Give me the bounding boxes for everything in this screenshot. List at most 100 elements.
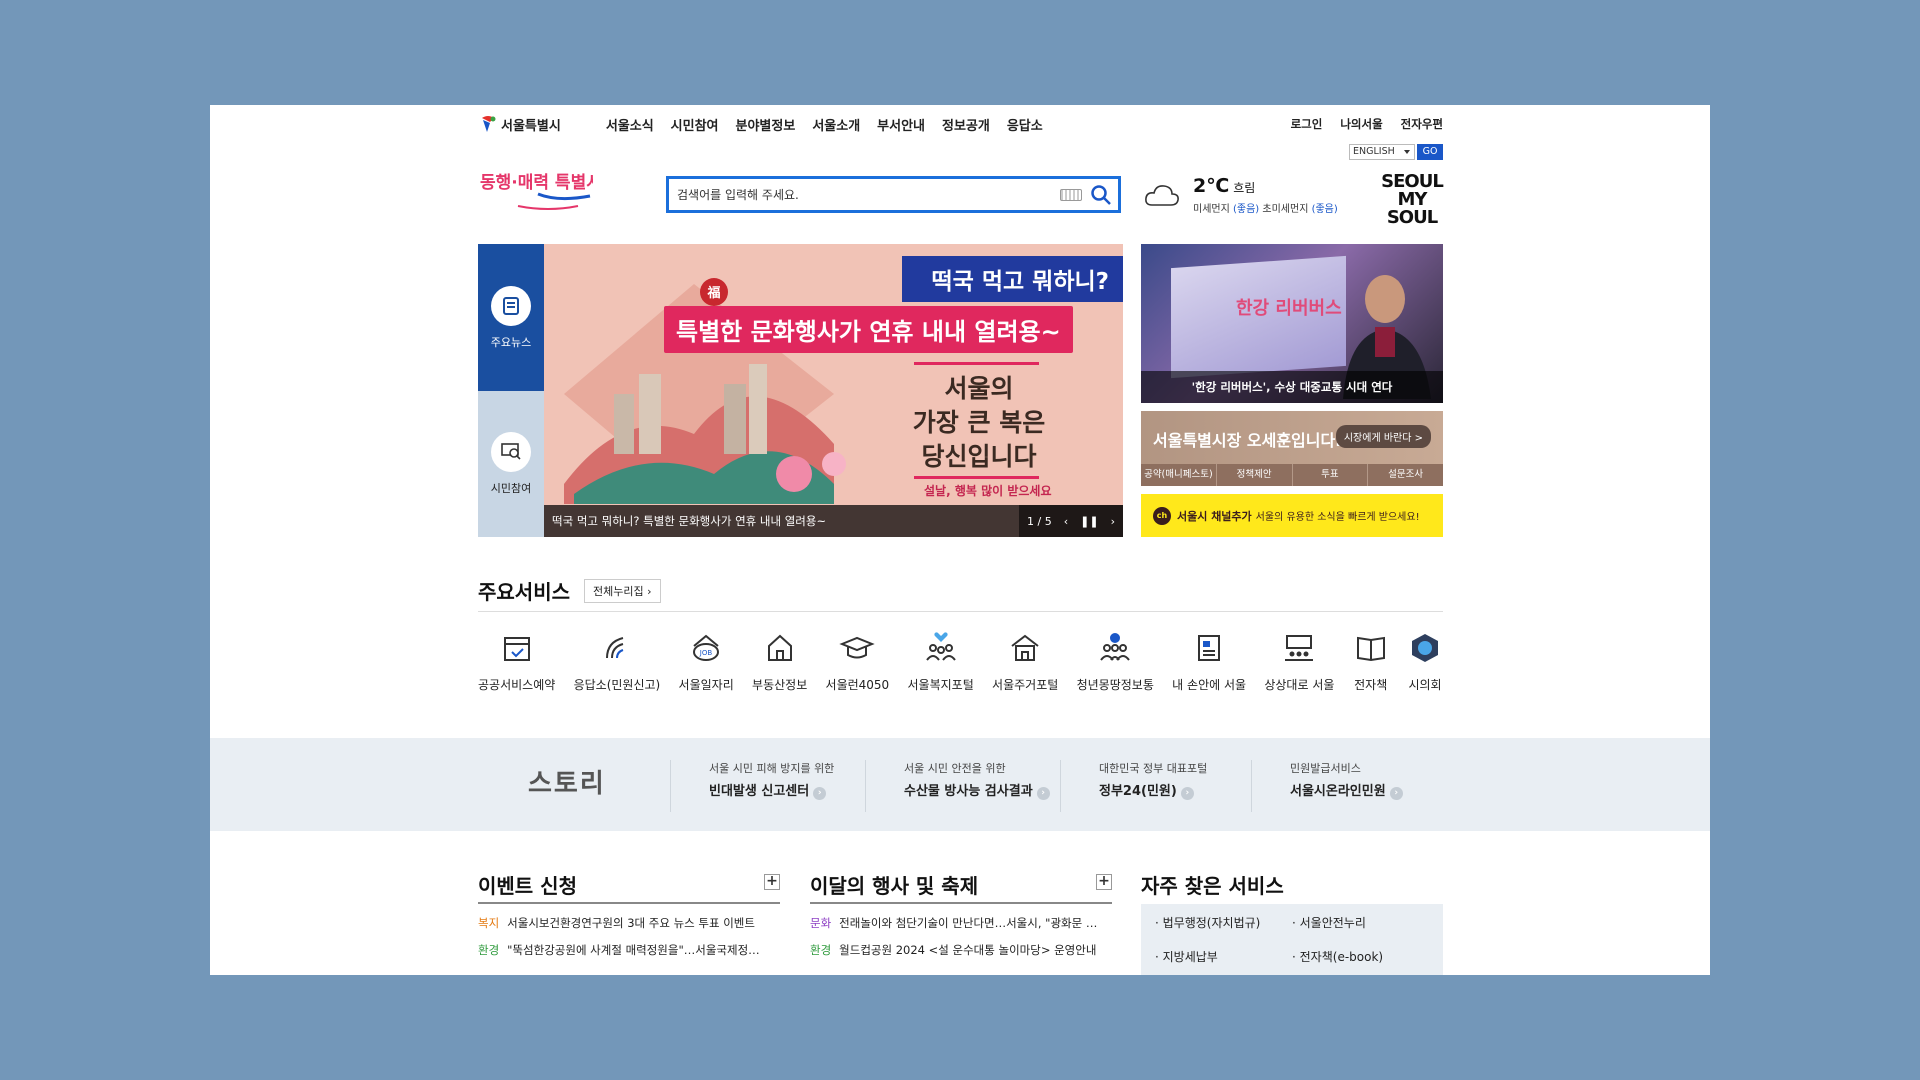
- all-sites-button[interactable]: 전체누리집 ›: [584, 579, 661, 603]
- kakao-title: 서울시 채널추가: [1177, 509, 1252, 523]
- job-icon: JOB: [693, 634, 720, 661]
- mayor-link-vote[interactable]: 투표: [1293, 464, 1369, 486]
- band-item-subtitle: 서울 시민 안전을 위한: [904, 762, 1006, 775]
- language-select[interactable]: ENGLISH: [1349, 144, 1415, 160]
- banner-main-line-1: 서울의: [944, 374, 1014, 403]
- frequent-item-local-tax[interactable]: · 지방세납부: [1155, 948, 1292, 974]
- my-seoul-link[interactable]: 나의서울: [1340, 116, 1382, 132]
- service-real-estate[interactable]: 부동산정보: [752, 630, 807, 693]
- service-city-council[interactable]: 시의회: [1407, 630, 1443, 693]
- band-bedbug-center[interactable]: 서울 시민 피해 방지를 위한 빈대발생 신고센터 ›: [670, 760, 834, 812]
- band-item-title: 정부24(민원): [1099, 784, 1177, 799]
- virtual-keyboard-icon[interactable]: [1060, 188, 1082, 201]
- temperature: 2℃: [1193, 175, 1230, 197]
- events-section: 이벤트 신청 + 복지 서울시보건환경연구원의 3대 주요 뉴스 투표 이벤트 환경…: [478, 870, 780, 958]
- list-item[interactable]: 환경 "뚝섬한강공원에 사계절 매력정원을"…서울국제정…: [478, 942, 780, 958]
- service-label: 청년몽땅정보통: [1076, 678, 1154, 692]
- menu-seoul-news[interactable]: 서울소식: [606, 115, 654, 134]
- kakao-channel-banner[interactable]: ch 서울시 채널추가 서울의 유용한 소식을 빠르게 받으세요!: [1141, 494, 1443, 537]
- mayor-link-survey[interactable]: 설문조사: [1368, 464, 1443, 486]
- mayor-link-policy[interactable]: 정책제안: [1217, 464, 1293, 486]
- frequent-item-safety[interactable]: · 서울안전누리: [1292, 914, 1429, 940]
- tab-main-news[interactable]: 주요뉴스: [478, 244, 544, 391]
- email-link[interactable]: 전자우편: [1401, 116, 1443, 132]
- global-nav: 서울특별시 서울소식 시민참여 분야별정보 서울소개 부서안내 정보공개 응답소…: [478, 113, 1443, 135]
- slogan-logo[interactable]: 동행·매력 특별시 서울: [478, 170, 639, 212]
- mayor-link-manifesto[interactable]: 공약(매니페스토): [1141, 464, 1217, 486]
- festivals-section: 이달의 행사 및 축제 + 문화 전래놀이와 첨단기술이 만난다면…서울시, "광화…: [810, 870, 1112, 958]
- service-imagination-seoul[interactable]: 상상대로 서울: [1264, 630, 1334, 693]
- main-services-list: 공공서비스예약 응답소(민원신고) JOB 서울일자리 부동산정보 서울런405…: [478, 630, 1443, 693]
- dust-label: 미세먼지: [1193, 204, 1230, 215]
- service-ebook[interactable]: 전자책: [1353, 630, 1389, 693]
- service-welfare-portal[interactable]: 서울복지포털: [908, 630, 974, 693]
- frequent-item-legal[interactable]: · 법무행정(자치법규): [1155, 914, 1292, 940]
- main-banner[interactable]: 福 떡국 먹고 뭐하니? 특별한 문화행사가 연휴 내내 열려용~ 서울의 가장…: [544, 244, 1123, 537]
- kakao-desc: 서울의 유용한 소식을 빠르게 받으세요!: [1255, 512, 1420, 523]
- banner-caption-text[interactable]: 떡국 먹고 뭐하니? 특별한 문화행사가 연휴 내내 열려용~: [552, 513, 826, 529]
- service-label: 전자책: [1354, 678, 1388, 692]
- service-label: 시의회: [1408, 678, 1442, 692]
- list-item[interactable]: 문화 전래놀이와 첨단기술이 만난다면…서울시, "광화문 …: [810, 915, 1112, 931]
- service-seoul-jobs[interactable]: JOB 서울일자리: [679, 630, 734, 693]
- service-housing-portal[interactable]: 서울주거포털: [992, 630, 1058, 693]
- seoul-my-soul-logo[interactable]: SEOUL MY SOUL: [1381, 173, 1444, 227]
- menu-info-disclosure[interactable]: 정보공개: [942, 115, 990, 134]
- service-seoul-learn[interactable]: 서울런4050: [825, 630, 890, 693]
- list-item[interactable]: 복지 서울시보건환경연구원의 3대 주요 뉴스 투표 이벤트: [478, 915, 780, 931]
- mayor-links: 공약(매니페스토) 정책제안 투표 설문조사: [1141, 464, 1443, 486]
- calendar-check-icon: [503, 637, 530, 661]
- events-more-plus-icon[interactable]: +: [764, 874, 780, 890]
- menu-citizen-participation[interactable]: 시민참여: [671, 115, 719, 134]
- band-seafood-radiation[interactable]: 서울 시민 안전을 위한 수산물 방사능 검사결과 ›: [865, 760, 1050, 812]
- band-gov24[interactable]: 대한민국 정부 대표포털 정부24(민원) ›: [1060, 760, 1207, 812]
- frequent-item-text: 전자책(e-book): [1299, 950, 1384, 964]
- pause-icon[interactable]: ❚❚: [1080, 515, 1098, 528]
- search-icon[interactable]: [1090, 184, 1112, 206]
- search-box: [666, 176, 1121, 213]
- story-band: 스토리 서울 시민 피해 방지를 위한 빈대발생 신고센터 › 서울 시민 안전을…: [210, 738, 1710, 831]
- band-online-civil[interactable]: 민원발급서비스 서울시온라인민원 ›: [1251, 760, 1403, 812]
- signal-icon: [605, 637, 624, 659]
- story-logo[interactable]: 스토리: [528, 763, 606, 800]
- cloud-icon: [1145, 185, 1179, 206]
- login-link[interactable]: 로그인: [1291, 116, 1323, 132]
- band-item-title: 빈대발생 신고센터: [709, 784, 810, 799]
- chevron-left-icon[interactable]: ‹: [1064, 515, 1068, 528]
- language-go-button[interactable]: GO: [1417, 144, 1443, 160]
- main-services-header: 주요서비스 전체누리집 ›: [478, 576, 1443, 612]
- tab-citizen-participation[interactable]: 시민참여: [478, 391, 544, 537]
- menu-eungdapso[interactable]: 응답소: [1007, 115, 1043, 134]
- weather-widget[interactable]: 2℃ 흐림 미세먼지 (좋음) 초미세먼지 (좋음): [1143, 175, 1338, 215]
- service-eungdapso[interactable]: 응답소(민원신고): [573, 630, 661, 693]
- service-youth-info[interactable]: 청년몽땅정보통: [1077, 630, 1154, 693]
- mayor-banner[interactable]: 서울특별시장 오세훈입니다. 시장에게 바란다 > 공약(매니페스토) 정책제안…: [1141, 411, 1443, 486]
- frequent-item-ebook[interactable]: · 전자책(e-book): [1292, 948, 1429, 974]
- house-icon: [767, 634, 792, 661]
- seoul-logo[interactable]: 서울특별시: [478, 114, 561, 134]
- menu-field-info[interactable]: 분야별정보: [736, 115, 796, 134]
- youth-group-icon: [1100, 633, 1131, 661]
- festivals-more-plus-icon[interactable]: +: [1096, 874, 1112, 890]
- chevron-right-icon[interactable]: ›: [1111, 515, 1115, 528]
- petition-mayor-button[interactable]: 시장에게 바란다 >: [1335, 425, 1431, 448]
- newspaper-icon: [491, 285, 531, 326]
- kakao-channel-icon: ch: [1153, 506, 1171, 525]
- list-item[interactable]: 환경 월드컵공원 2024 <설 운수대통 놀이마당> 운영안내: [810, 942, 1112, 958]
- logo-text: 서울특별시: [501, 118, 561, 134]
- search-input[interactable]: [677, 187, 1060, 202]
- tab-citizen-participation-label: 시민참여: [490, 482, 532, 495]
- banner-main-line-3: 당신입니다: [921, 442, 1037, 471]
- service-my-seoul[interactable]: 내 손안에 서울: [1172, 630, 1246, 693]
- menu-departments[interactable]: 부서안내: [877, 115, 925, 134]
- category-label: 환경: [478, 943, 500, 957]
- mayor-title: 서울특별시장 오세훈입니다.: [1153, 431, 1342, 450]
- service-public-reservation[interactable]: 공공서비스예약: [478, 630, 555, 693]
- side-news-photo[interactable]: 한강 리버버스 '한강 리버버스', 수상 대중교통 시대 연다: [1141, 244, 1443, 403]
- banner-main-text: 서울의 가장 큰 복은 당신입니다: [899, 372, 1059, 474]
- service-label: 서울런4050: [825, 678, 890, 692]
- service-label: 응답소(민원신고): [573, 678, 661, 692]
- dust-value: (좋음): [1233, 204, 1260, 215]
- all-sites-label: 전체누리집: [593, 585, 644, 598]
- menu-about-seoul[interactable]: 서울소개: [812, 115, 860, 134]
